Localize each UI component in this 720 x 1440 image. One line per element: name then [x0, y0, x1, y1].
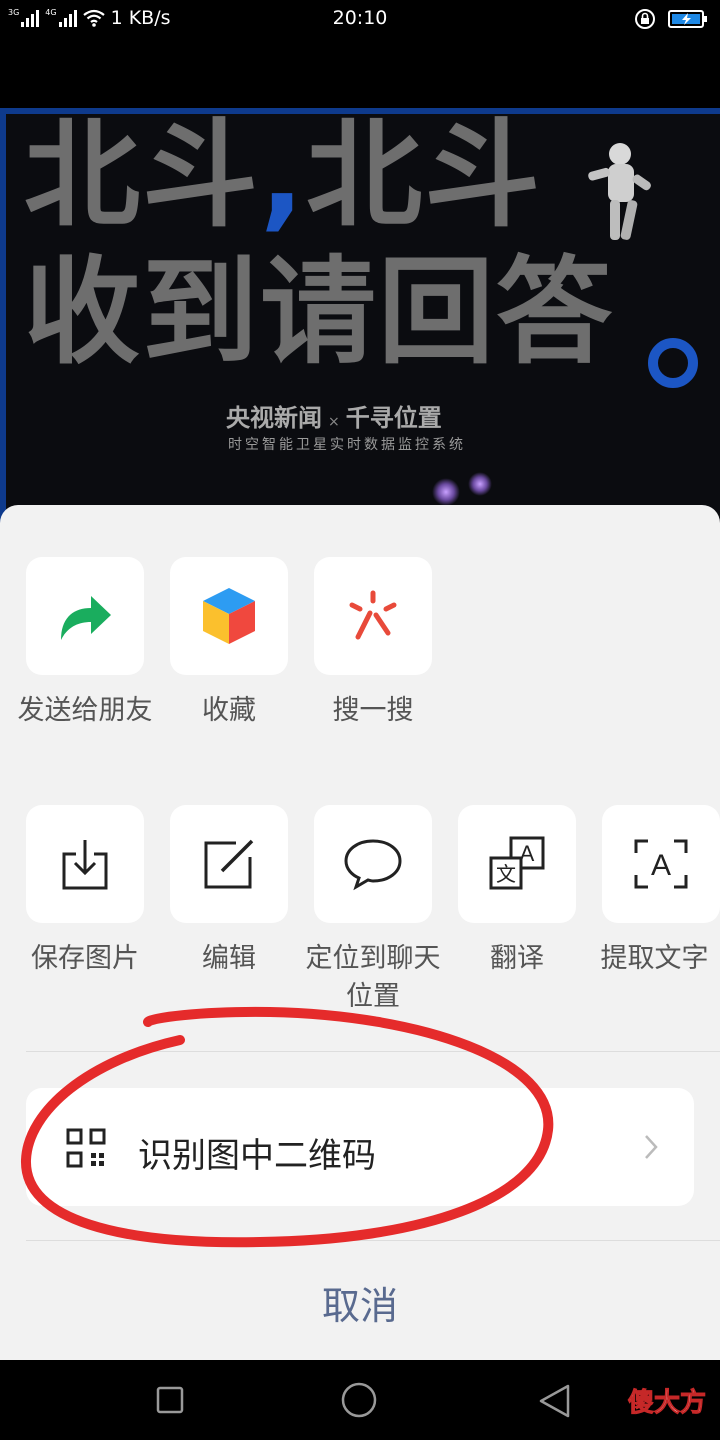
extract-text-label: 提取文字: [600, 943, 709, 974]
glow-orb: [468, 472, 492, 496]
locate-in-chat-label: 定位到聊天位置: [305, 943, 441, 1012]
divider: [26, 1051, 720, 1052]
background-image: 北斗,北斗 收到请回答 央视新闻 × 千寻位置 时空智能卫星实时数据监控系统: [0, 108, 720, 528]
edit-label: 编辑: [202, 943, 256, 974]
send-to-friend-label: 发送给朋友: [17, 695, 153, 726]
search-spark-icon: [349, 590, 397, 640]
text-extract-icon: A: [634, 839, 688, 889]
favorite-label: 收藏: [202, 695, 256, 726]
search-button[interactable]: [314, 557, 432, 675]
extract-text-button[interactable]: A: [602, 805, 720, 923]
rotation-lock-icon: [635, 9, 655, 29]
divider: [26, 1240, 720, 1241]
share-arrow-icon: [61, 596, 111, 640]
share-action-sheet: 发送给朋友 收藏 搜一搜 保存图片 编辑 定位到聊天位置 A文 翻译 A 提取文…: [0, 505, 720, 1360]
back-icon[interactable]: [538, 1384, 570, 1418]
save-image-button[interactable]: [26, 805, 144, 923]
edit-button[interactable]: [170, 805, 288, 923]
poster-tagline: 时空智能卫星实时数据监控系统: [228, 437, 466, 453]
svg-text:文: 文: [496, 862, 516, 886]
glow-orb: [432, 478, 460, 506]
battery-charging-icon: [668, 10, 707, 28]
brand-qianxun: 千寻位置: [345, 404, 442, 432]
save-image-label: 保存图片: [31, 943, 139, 974]
translate-label: 翻译: [490, 943, 544, 974]
poster-period-mark: [648, 338, 698, 388]
favorite-button[interactable]: [170, 557, 288, 675]
poster-headline-2: 收到请回答: [24, 245, 614, 380]
brand-separator: ×: [328, 414, 340, 430]
headline-comma: ,: [260, 108, 307, 243]
poster-headline-1: 北斗,北斗: [24, 116, 542, 236]
status-bar: 3G 4G 1 KB/s 20:10: [0, 0, 720, 38]
edit-icon: [204, 839, 254, 889]
translate-icon: A文: [489, 836, 545, 890]
astronaut-illustration: [588, 143, 651, 240]
locate-in-chat-button[interactable]: [314, 805, 432, 923]
send-to-friend-button[interactable]: [26, 557, 144, 675]
scan-qr-code-label: 识别图中二维码: [138, 1136, 376, 1176]
watermark-text: 傻大方: [627, 1388, 706, 1419]
scan-qr-code-button[interactable]: 识别图中二维码: [26, 1088, 694, 1206]
status-time: 20:10: [332, 7, 388, 29]
chevron-right-icon: [645, 1135, 658, 1159]
qr-code-icon: [66, 1128, 106, 1168]
navigation-bar: 傻大方: [0, 1360, 720, 1440]
download-icon: [62, 840, 108, 890]
cancel-button[interactable]: 取消: [0, 1275, 720, 1330]
headline-word: 北斗: [306, 108, 543, 243]
headline-word: 北斗: [24, 108, 260, 243]
svg-text:A: A: [651, 849, 671, 882]
status-right: [634, 8, 708, 30]
poster-brand: 央视新闻 × 千寻位置: [226, 398, 442, 433]
recent-apps-icon[interactable]: [156, 1386, 184, 1414]
brand-cctv: 央视新闻: [226, 404, 322, 432]
translate-button[interactable]: A文: [458, 805, 576, 923]
search-label: 搜一搜: [332, 695, 414, 726]
favorite-cube-icon: [203, 588, 255, 644]
chat-bubble-icon: [344, 839, 402, 891]
home-icon[interactable]: [341, 1382, 377, 1418]
